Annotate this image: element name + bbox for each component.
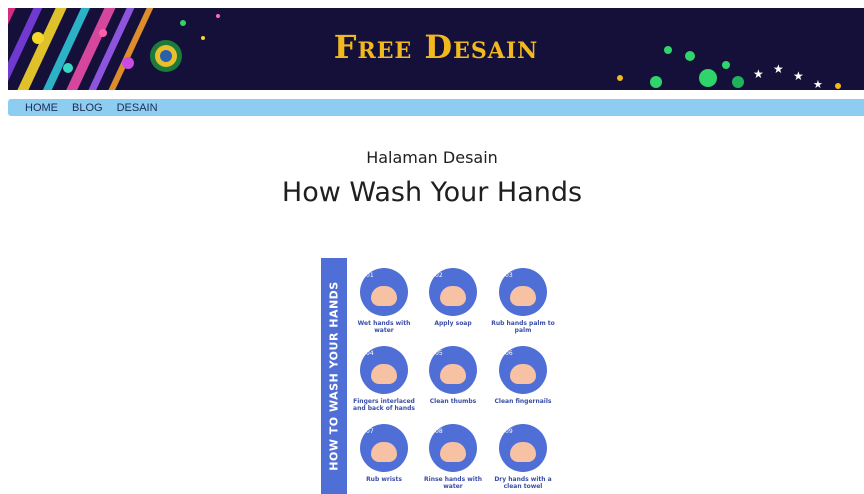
step-card: 03 Rub hands palm to palm xyxy=(488,268,558,334)
step-label: Dry hands with a clean towel xyxy=(494,476,552,490)
step-card: 02 Apply soap xyxy=(418,268,488,327)
page-title: How Wash Your Hands xyxy=(281,177,583,208)
infographic-side-strip: HOW TO WASH YOUR HANDS xyxy=(321,258,347,494)
step-label: Rub hands palm to palm xyxy=(491,320,555,334)
hand-shape xyxy=(371,286,397,306)
main-nav: HOME BLOG DESAIN xyxy=(8,99,864,116)
step-label: Rinse hands with water xyxy=(424,476,482,490)
step-label: Apply soap xyxy=(434,320,472,327)
hand-shape xyxy=(510,442,536,462)
step-label: Clean thumbs xyxy=(429,398,477,405)
step-number: 06 xyxy=(505,350,513,357)
hand-shape xyxy=(440,364,466,384)
step-number: 07 xyxy=(366,428,374,435)
step-label: Fingers interlaced and back of hands xyxy=(353,398,415,412)
towel-icon: 09 xyxy=(499,424,547,472)
step-card: 06 Clean fingernails xyxy=(488,346,558,405)
hand-shape xyxy=(371,364,397,384)
infographic-heading: HOW TO WASH YOUR HANDS xyxy=(327,281,341,471)
step-card: 07 Rub wrists xyxy=(349,424,419,483)
hands-wet-icon: 01 xyxy=(360,268,408,316)
step-number: 04 xyxy=(366,350,374,357)
handwashing-infographic: HOW TO WASH YOUR HANDS 01 Wet hands with… xyxy=(321,258,563,494)
header-banner: ★ ★ ★ ★ Free Desain xyxy=(8,8,864,90)
nav-blog-link[interactable]: BLOG xyxy=(72,102,103,114)
thumbs-icon: 05 xyxy=(429,346,477,394)
hand-shape xyxy=(371,442,397,462)
hand-shape xyxy=(510,286,536,306)
step-label: Wet hands with water xyxy=(357,320,411,334)
site-title: Free Desain xyxy=(333,28,539,66)
wrists-icon: 07 xyxy=(360,424,408,472)
nav-desain-link[interactable]: DESAIN xyxy=(117,102,158,114)
step-number: 09 xyxy=(505,428,513,435)
svg-text:★: ★ xyxy=(813,78,823,90)
step-number: 02 xyxy=(435,272,443,279)
hand-shape xyxy=(440,286,466,306)
step-card: 09 Dry hands with a clean towel xyxy=(488,424,558,490)
fingernails-icon: 06 xyxy=(499,346,547,394)
step-number: 03 xyxy=(505,272,513,279)
fingers-interlaced-icon: 04 xyxy=(360,346,408,394)
svg-text:★: ★ xyxy=(753,67,764,81)
palm-rub-icon: 03 xyxy=(499,268,547,316)
rinse-icon: 08 xyxy=(429,424,477,472)
step-number: 01 xyxy=(366,272,374,279)
hand-shape xyxy=(510,364,536,384)
step-card: 05 Clean thumbs xyxy=(418,346,488,405)
nav-home-link[interactable]: HOME xyxy=(25,102,58,114)
step-card: 08 Rinse hands with water xyxy=(418,424,488,490)
step-label: Rub wrists xyxy=(366,476,402,483)
step-number: 08 xyxy=(435,428,443,435)
step-label: Clean fingernails xyxy=(494,398,552,405)
hand-shape xyxy=(440,442,466,462)
step-number: 05 xyxy=(435,350,443,357)
soap-icon: 02 xyxy=(429,268,477,316)
svg-text:★: ★ xyxy=(793,69,804,83)
step-card: 01 Wet hands with water xyxy=(349,268,419,334)
step-card: 04 Fingers interlaced and back of hands xyxy=(349,346,419,412)
page-subtitle: Halaman Desain xyxy=(366,148,498,167)
